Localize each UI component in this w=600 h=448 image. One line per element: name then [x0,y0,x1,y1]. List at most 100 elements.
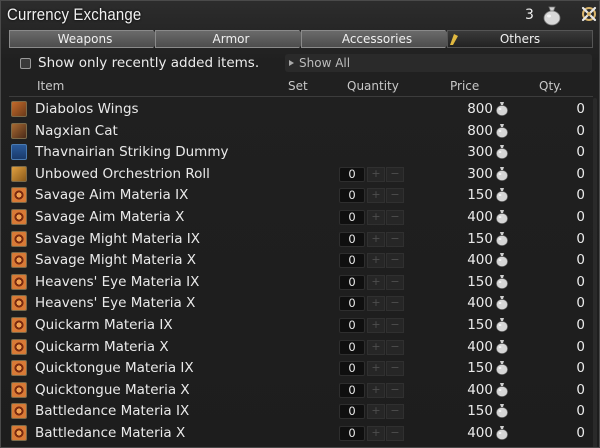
quantity-input[interactable]: 0 [339,231,365,247]
quantity-input[interactable]: 0 [339,361,365,377]
quantity-input[interactable]: 0 [339,404,365,420]
materia-icon [11,187,27,204]
item-price: 150 [467,317,493,333]
quantity-input[interactable]: 0 [339,382,365,398]
scrollbar[interactable] [593,98,597,447]
quantity-input[interactable]: 0 [339,339,365,355]
quantity-decrease-button[interactable]: − [386,382,404,398]
quantity-increase-button[interactable]: + [367,404,385,420]
tab-armor[interactable]: Armor [155,30,307,48]
dropdown-value: Show All [299,56,351,70]
item-row[interactable]: Quickarm Materia IX 0 + −150 0 [1,314,599,336]
quantity-decrease-button[interactable]: − [386,188,404,204]
item-name: Quicktongue Materia IX [35,360,194,377]
owned-quantity: 0 [576,403,585,420]
quantity-increase-button[interactable]: + [367,188,385,204]
item-row[interactable]: Battledance Materia IX 0 + −150 0 [1,400,599,422]
gear-cross-icon[interactable] [579,4,599,24]
quantity-increase-button[interactable]: + [367,274,385,290]
quantity-input[interactable]: 0 [339,318,365,333]
item-row[interactable]: Thavnairian Striking Dummy 300 0 [1,141,599,163]
quantity-input[interactable]: 0 [339,210,365,225]
quantity-decrease-button[interactable]: − [386,361,404,377]
item-price: 400 [467,209,493,225]
item-name: Heavens' Eye Materia X [35,295,196,312]
coin-bag-icon [496,253,508,267]
coin-bag-icon [496,210,508,224]
quantity-input[interactable]: 0 [339,274,365,290]
item-row[interactable]: Heavens' Eye Materia IX 0 + −150 0 [1,271,599,293]
quantity-decrease-button[interactable]: − [386,253,404,269]
quantity-increase-button[interactable]: + [367,426,385,441]
quantity-increase-button[interactable]: + [367,361,385,377]
quantity-increase-button[interactable]: + [367,318,385,333]
item-row[interactable]: Nagxian Cat 800 0 [1,120,599,142]
item-name: Quickarm Materia IX [35,317,173,333]
item-row[interactable]: Quicktongue Materia IX 0 + −150 0 [1,357,599,379]
currency-count: 3 [525,7,534,23]
show-filter-dropdown[interactable]: Show All [285,54,592,72]
quantity-decrease-button[interactable]: − [386,231,404,247]
quantity-decrease-button[interactable]: − [386,274,404,290]
tab-label: Accessories [341,32,413,46]
title-bar: Currency Exchange 3 [1,1,599,31]
coin-bag-icon [496,231,508,246]
quantity-input[interactable]: 0 [339,426,365,441]
tab-others[interactable]: Others [447,30,593,48]
quantity-increase-button[interactable]: + [367,382,385,398]
item-row[interactable]: Savage Might Materia X 0 + −400 0 [1,249,599,271]
quantity-input[interactable]: 0 [339,188,365,204]
coin-bag-icon [496,166,508,181]
item-name: Thavnairian Striking Dummy [35,144,229,161]
recent-items-checkbox[interactable] [20,58,31,69]
item-name: Savage Might Materia IX [35,230,200,247]
item-price: 400 [467,425,493,441]
owned-quantity: 0 [576,101,585,117]
quantity-decrease-button[interactable]: − [386,339,404,355]
quantity-input[interactable]: 0 [339,296,365,312]
coin-bag-icon [496,426,508,440]
owned-quantity: 0 [576,187,585,204]
quantity-increase-button[interactable]: + [367,296,385,312]
quantity-decrease-button[interactable]: − [386,426,404,441]
item-row[interactable]: Heavens' Eye Materia X 0 + −400 0 [1,292,599,314]
item-row[interactable]: Diabolos Wings 800 0 [1,98,599,120]
item-row[interactable]: Savage Aim Materia X 0 + −400 0 [1,206,599,228]
tab-weapons[interactable]: Weapons [9,30,161,48]
header-divider [9,96,593,97]
tab-label: Weapons [57,32,113,46]
materia-icon [11,209,27,225]
coin-bag-icon [496,339,508,354]
item-name: Battledance Materia IX [35,403,190,420]
item-row[interactable]: Quicktongue Materia X 0 + −400 0 [1,379,599,401]
quantity-decrease-button[interactable]: − [386,296,404,312]
coin-bag-icon [496,102,508,116]
quantity-increase-button[interactable]: + [367,253,385,269]
owned-quantity: 0 [576,230,585,247]
item-row[interactable]: Savage Might Materia IX 0 + −150 0 [1,228,599,250]
quantity-increase-button[interactable]: + [367,166,385,182]
coin-bag-icon [496,318,508,332]
materia-icon [11,317,27,333]
item-row[interactable]: Savage Aim Materia IX 0 + −150 0 [1,184,599,206]
quantity-decrease-button[interactable]: − [386,210,404,225]
quantity-input[interactable]: 0 [339,166,365,182]
quantity-increase-button[interactable]: + [367,231,385,247]
quantity-input[interactable]: 0 [339,253,365,269]
quantity-decrease-button[interactable]: − [386,166,404,182]
item-name: Savage Might Materia X [35,252,197,269]
item-row[interactable]: Battledance Materia X 0 + −400 0 [1,422,599,444]
dropdown-arrow-icon [289,60,294,66]
item-name: Battledance Materia X [35,425,186,441]
item-row[interactable]: Unbowed Orchestrion Roll 0 + −300 0 [1,163,599,185]
quantity-decrease-button[interactable]: − [386,404,404,420]
coin-bag-icon [496,145,508,159]
quantity-increase-button[interactable]: + [367,210,385,225]
materia-icon [11,230,27,247]
owned-quantity: 0 [576,122,585,139]
quantity-decrease-button[interactable]: − [386,318,404,333]
quantity-increase-button[interactable]: + [367,339,385,355]
tab-accessories[interactable]: Accessories [301,30,453,48]
item-row[interactable]: Quickarm Materia X 0 + −400 0 [1,336,599,358]
materia-icon [11,252,27,269]
